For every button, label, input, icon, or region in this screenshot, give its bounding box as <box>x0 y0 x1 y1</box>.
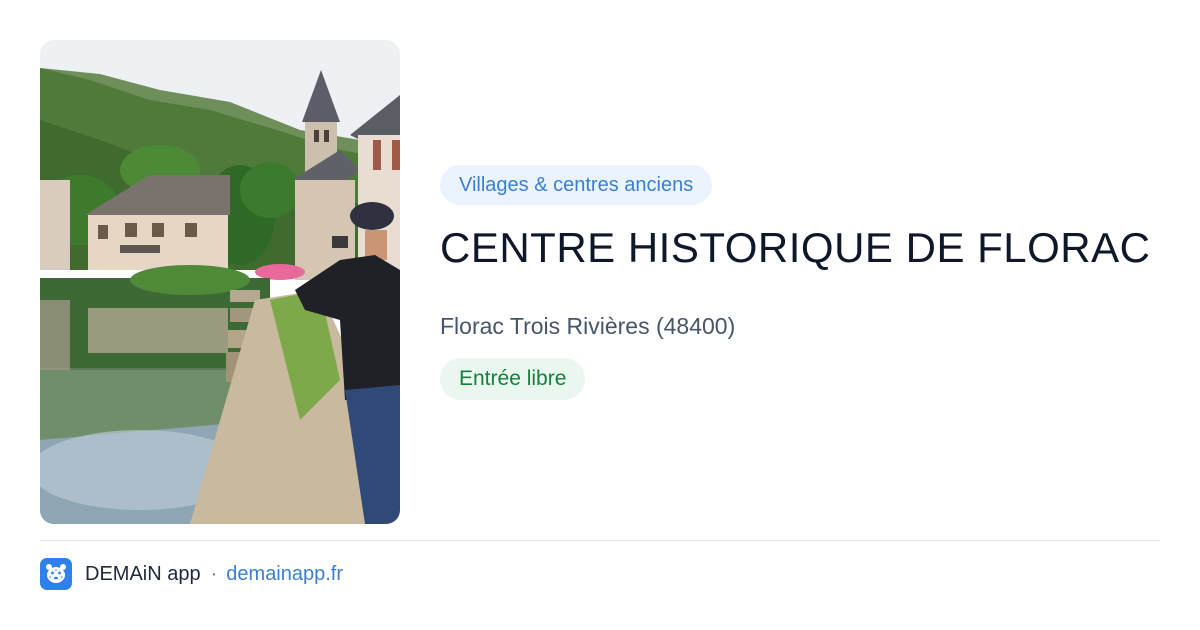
entry-price-badge: Entrée libre <box>440 358 586 400</box>
place-location: Florac Trois Rivières (48400) <box>440 313 736 339</box>
place-photo <box>40 40 400 524</box>
site-link[interactable]: demainapp.fr <box>226 563 343 586</box>
leopard-face-icon <box>40 558 72 590</box>
place-info: Villages & centres anciens CENTRE HISTOR… <box>440 165 1160 400</box>
place-title: CENTRE HISTORIQUE DE FLORAC <box>440 224 1151 271</box>
footer-separator: · <box>210 562 218 585</box>
category-chip[interactable]: Villages & centres anciens <box>440 165 713 205</box>
app-name: DEMAiN app <box>85 562 201 585</box>
place-card: Villages & centres anciens CENTRE HISTOR… <box>40 40 1160 524</box>
footer-divider <box>40 540 1160 541</box>
florac-river-photo <box>40 40 400 524</box>
footer: DEMAiN app · demainapp.fr <box>40 558 343 590</box>
